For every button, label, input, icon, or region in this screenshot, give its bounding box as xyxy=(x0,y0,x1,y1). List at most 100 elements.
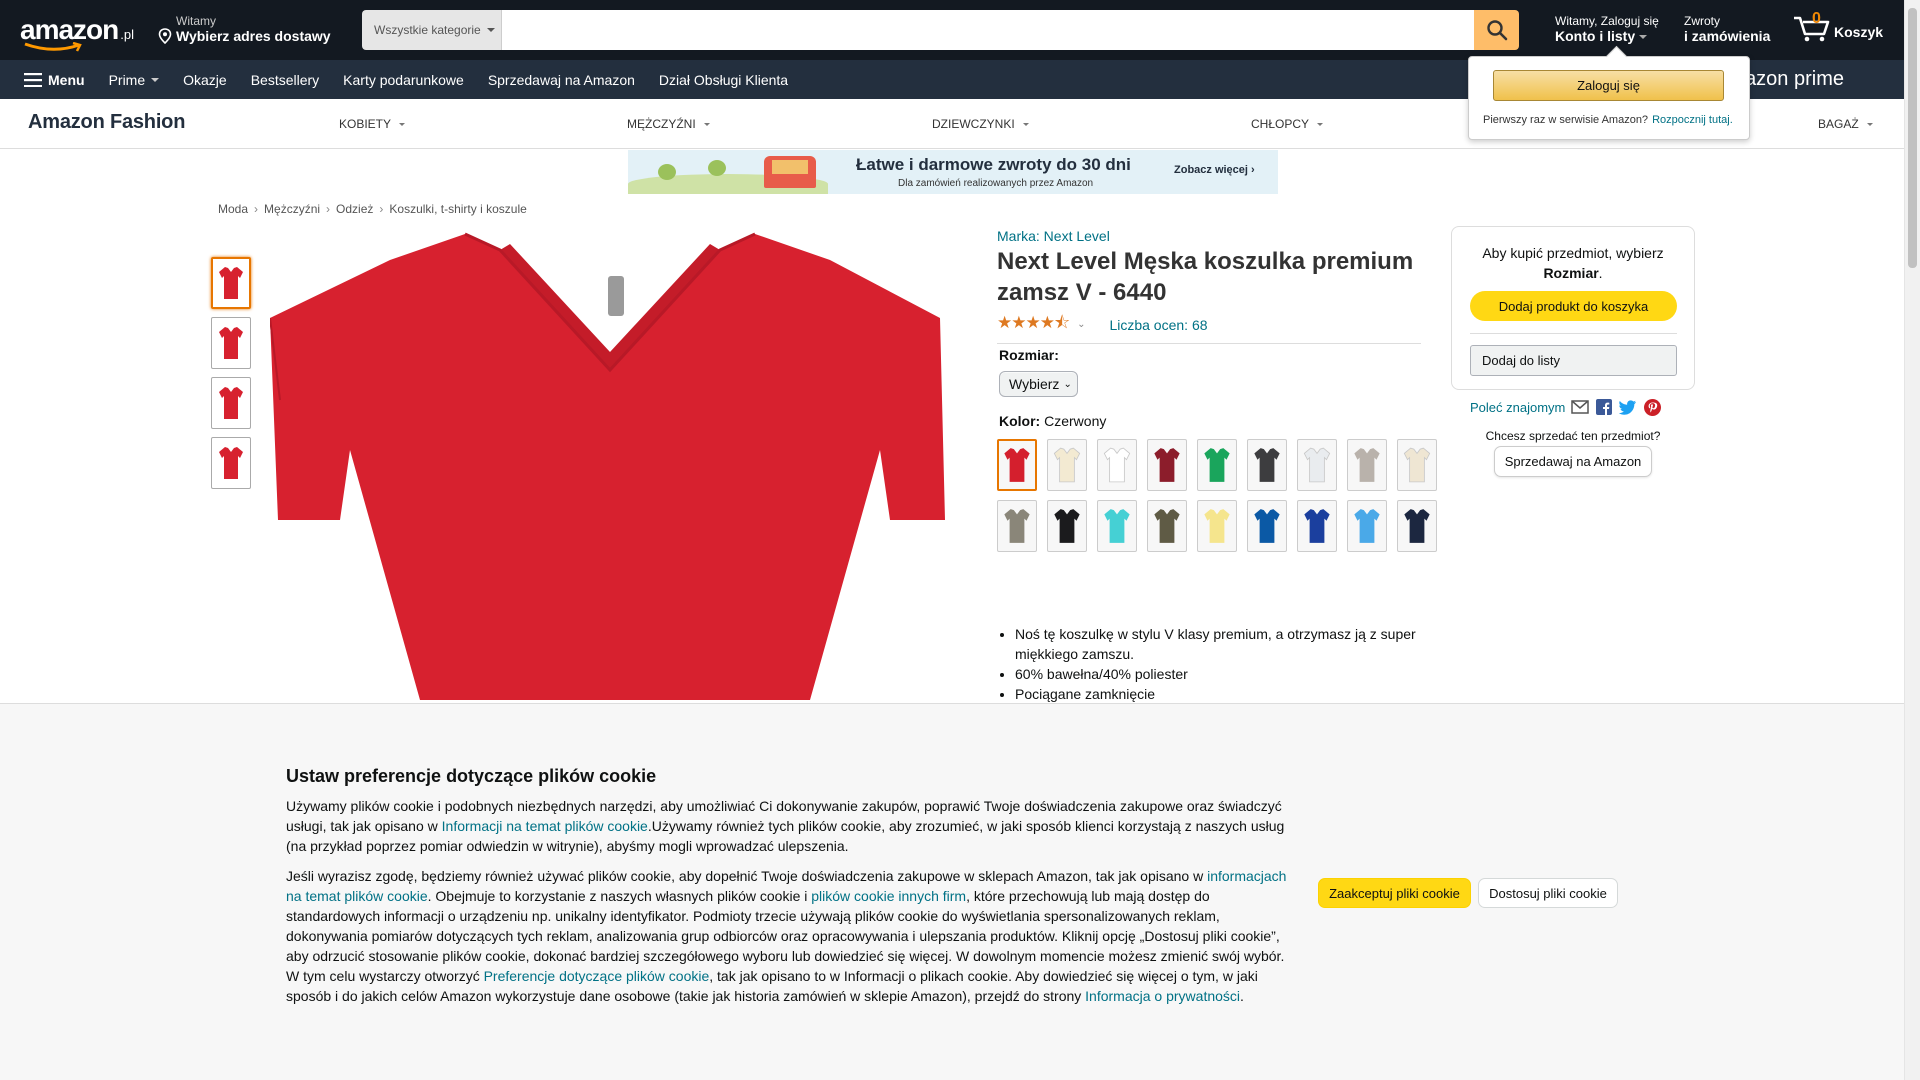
page-scrollbar[interactable] xyxy=(1904,0,1920,1080)
search-input[interactable] xyxy=(502,10,1474,50)
cookie-text: . Obejmuje to korzystanie z naszych włas… xyxy=(427,888,812,904)
nav-item-prime[interactable]: Prime xyxy=(97,72,172,88)
accept-cookies-button[interactable]: Zaakceptuj pliki cookie xyxy=(1318,878,1471,908)
facebook-icon[interactable] xyxy=(1595,398,1613,416)
signin-popover: Zaloguj się Pierwszy raz w serwisie Amaz… xyxy=(1468,56,1750,140)
scrollbar-thumb[interactable] xyxy=(1908,8,1917,268)
fashion-cat-women[interactable]: KOBIETY xyxy=(339,117,406,131)
color-swatch[interactable] xyxy=(1047,500,1087,552)
returns-orders[interactable]: Zwroty i zamówienia xyxy=(1684,14,1770,44)
amazon-logo[interactable]: amazon .pl xyxy=(20,14,140,52)
thumbnail[interactable] xyxy=(211,437,251,489)
account-lists[interactable]: Witamy, Zaloguj się Konto i listy xyxy=(1555,14,1659,44)
signin-button[interactable]: Zaloguj się xyxy=(1493,70,1724,101)
fashion-cat-boys[interactable]: CHŁOPCY xyxy=(1251,117,1324,131)
buybox-msg-text: Aby kupić przedmiot, wybierz xyxy=(1482,245,1664,261)
tshirt-icon xyxy=(1054,509,1080,543)
add-to-cart-button[interactable]: Dodaj produkt do koszyka xyxy=(1470,291,1677,321)
breadcrumb-item[interactable]: Koszulki, t-shirty i koszule xyxy=(389,202,526,216)
color-swatch[interactable] xyxy=(1147,439,1187,491)
caret-down-icon xyxy=(151,77,160,82)
color-swatch[interactable] xyxy=(997,439,1037,491)
color-swatch[interactable] xyxy=(1247,500,1287,552)
nav-item-deals[interactable]: Okazje xyxy=(171,72,239,88)
tshirt-icon xyxy=(1104,509,1130,543)
tshirt-icon xyxy=(219,267,243,299)
color-swatch[interactable] xyxy=(1197,439,1237,491)
main-product-image[interactable] xyxy=(270,230,950,700)
menu-button[interactable]: Menu xyxy=(0,72,97,88)
color-swatch[interactable] xyxy=(1347,500,1387,552)
thumbnail[interactable] xyxy=(211,257,251,309)
banner-title: Łatwe i darmowe zwroty do 30 dni xyxy=(856,155,1131,174)
cart-button[interactable]: 0 Koszyk xyxy=(1792,10,1884,42)
feature-bullets: Noś tę koszulkę w stylu V klasy premium,… xyxy=(1015,624,1435,704)
nav-item-gift-cards[interactable]: Karty podarunkowe xyxy=(331,72,476,88)
tshirt-icon xyxy=(1053,447,1081,483)
sell-on-amazon-button[interactable]: Sprzedawaj na Amazon xyxy=(1494,446,1652,477)
cat-label: KOBIETY xyxy=(339,117,392,131)
privacy-notice-link[interactable]: Informacja o prywatności xyxy=(1085,988,1240,1004)
ratings-count-link[interactable]: Liczba ocen: 68 xyxy=(1109,317,1207,333)
nav-label: Sprzedawaj na Amazon xyxy=(487,71,635,88)
email-icon[interactable] xyxy=(1571,398,1590,416)
color-swatch[interactable] xyxy=(1247,439,1287,491)
cat-label: BAGAŻ xyxy=(1818,117,1859,131)
size-dropdown[interactable]: Wybierz ⌄ xyxy=(999,371,1078,397)
banner-more-link[interactable]: Zobacz więcej › xyxy=(1174,164,1255,176)
color-label: Kolor: Czerwony xyxy=(999,413,1106,429)
color-swatch[interactable] xyxy=(1097,439,1137,491)
nav-item-customer-service[interactable]: Dział Obsługi Klienta xyxy=(647,72,800,88)
start-here-link[interactable]: Rozpocznij tutaj. xyxy=(1652,114,1733,126)
cookie-preferences-link[interactable]: Preferencje dotyczące plików cookie xyxy=(484,968,710,984)
color-swatch[interactable] xyxy=(1347,439,1387,491)
returns-banner[interactable]: Łatwe i darmowe zwroty do 30 dni Dla zam… xyxy=(628,150,1278,194)
tshirt-icon xyxy=(1354,509,1380,543)
color-swatch[interactable] xyxy=(1197,500,1237,552)
color-swatch[interactable] xyxy=(1397,439,1437,491)
banner-tree xyxy=(658,164,676,180)
banner-subtitle: Dla zamówień realizowanych przez Amazon xyxy=(898,178,1094,189)
share-link[interactable]: Poleć znajomym xyxy=(1470,400,1565,415)
thumbnail[interactable] xyxy=(211,377,251,429)
tshirt-icon xyxy=(1254,509,1280,543)
customize-cookies-button[interactable]: Dostosuj pliki cookie xyxy=(1478,878,1618,908)
menu-label: Menu xyxy=(48,71,85,88)
fashion-cat-girls[interactable]: DZIEWCZYNKI xyxy=(932,117,1029,131)
breadcrumb-item[interactable]: Mężczyźni xyxy=(264,202,320,216)
search-button[interactable] xyxy=(1474,10,1519,50)
product-title: Next Level Męska koszulka premium zamsz … xyxy=(997,248,1414,306)
color-swatch[interactable] xyxy=(1147,500,1187,552)
color-swatch[interactable] xyxy=(1047,439,1087,491)
fashion-cat-men[interactable]: MĘŻCZYŹNI xyxy=(627,117,710,131)
chevron-down-icon[interactable]: ⌄ xyxy=(1077,319,1085,330)
color-swatch[interactable] xyxy=(1297,500,1337,552)
search-category-select[interactable]: Wszystkie kategorie xyxy=(362,10,502,50)
fashion-cat-luggage[interactable]: BAGAŻ xyxy=(1818,117,1873,131)
brand-link[interactable]: Marka: Next Level xyxy=(997,228,1110,244)
color-swatch[interactable] xyxy=(1397,500,1437,552)
cookie-info-link[interactable]: Informacji na temat plików cookie xyxy=(442,818,648,834)
third-party-cookies-link[interactable]: plików cookie innych firm xyxy=(811,888,966,904)
add-to-list-button[interactable]: Dodaj do listy xyxy=(1470,345,1677,376)
breadcrumb-sep: › xyxy=(326,202,331,216)
nav-item-sell[interactable]: Sprzedawaj na Amazon xyxy=(476,72,647,88)
deliver-to[interactable]: Witamy Wybierz adres dostawy xyxy=(158,14,331,44)
size-select-value: Wybierz xyxy=(1009,376,1060,392)
cart-label: Koszyk xyxy=(1834,24,1884,40)
breadcrumb-sep: › xyxy=(379,202,384,216)
pinterest-icon[interactable] xyxy=(1643,398,1661,416)
breadcrumb-item[interactable]: Odzież xyxy=(336,202,373,216)
fashion-brand[interactable]: Amazon Fashion xyxy=(28,111,185,134)
color-swatch[interactable] xyxy=(997,500,1037,552)
buy-box: Aby kupić przedmiot, wybierz Rozmiar. Dod… xyxy=(1451,226,1695,390)
nav-item-bestsellers[interactable]: Bestsellery xyxy=(239,72,331,88)
breadcrumb-item[interactable]: Moda xyxy=(218,202,248,216)
star-rating-icon[interactable]: ★★★★⯪ xyxy=(997,310,1070,339)
color-swatch[interactable] xyxy=(1097,500,1137,552)
color-swatch[interactable] xyxy=(1297,439,1337,491)
thumbnail[interactable] xyxy=(211,317,251,369)
twitter-icon[interactable] xyxy=(1619,398,1637,416)
tshirt-icon xyxy=(1404,509,1430,543)
account-big: Konto i listy xyxy=(1555,28,1636,44)
